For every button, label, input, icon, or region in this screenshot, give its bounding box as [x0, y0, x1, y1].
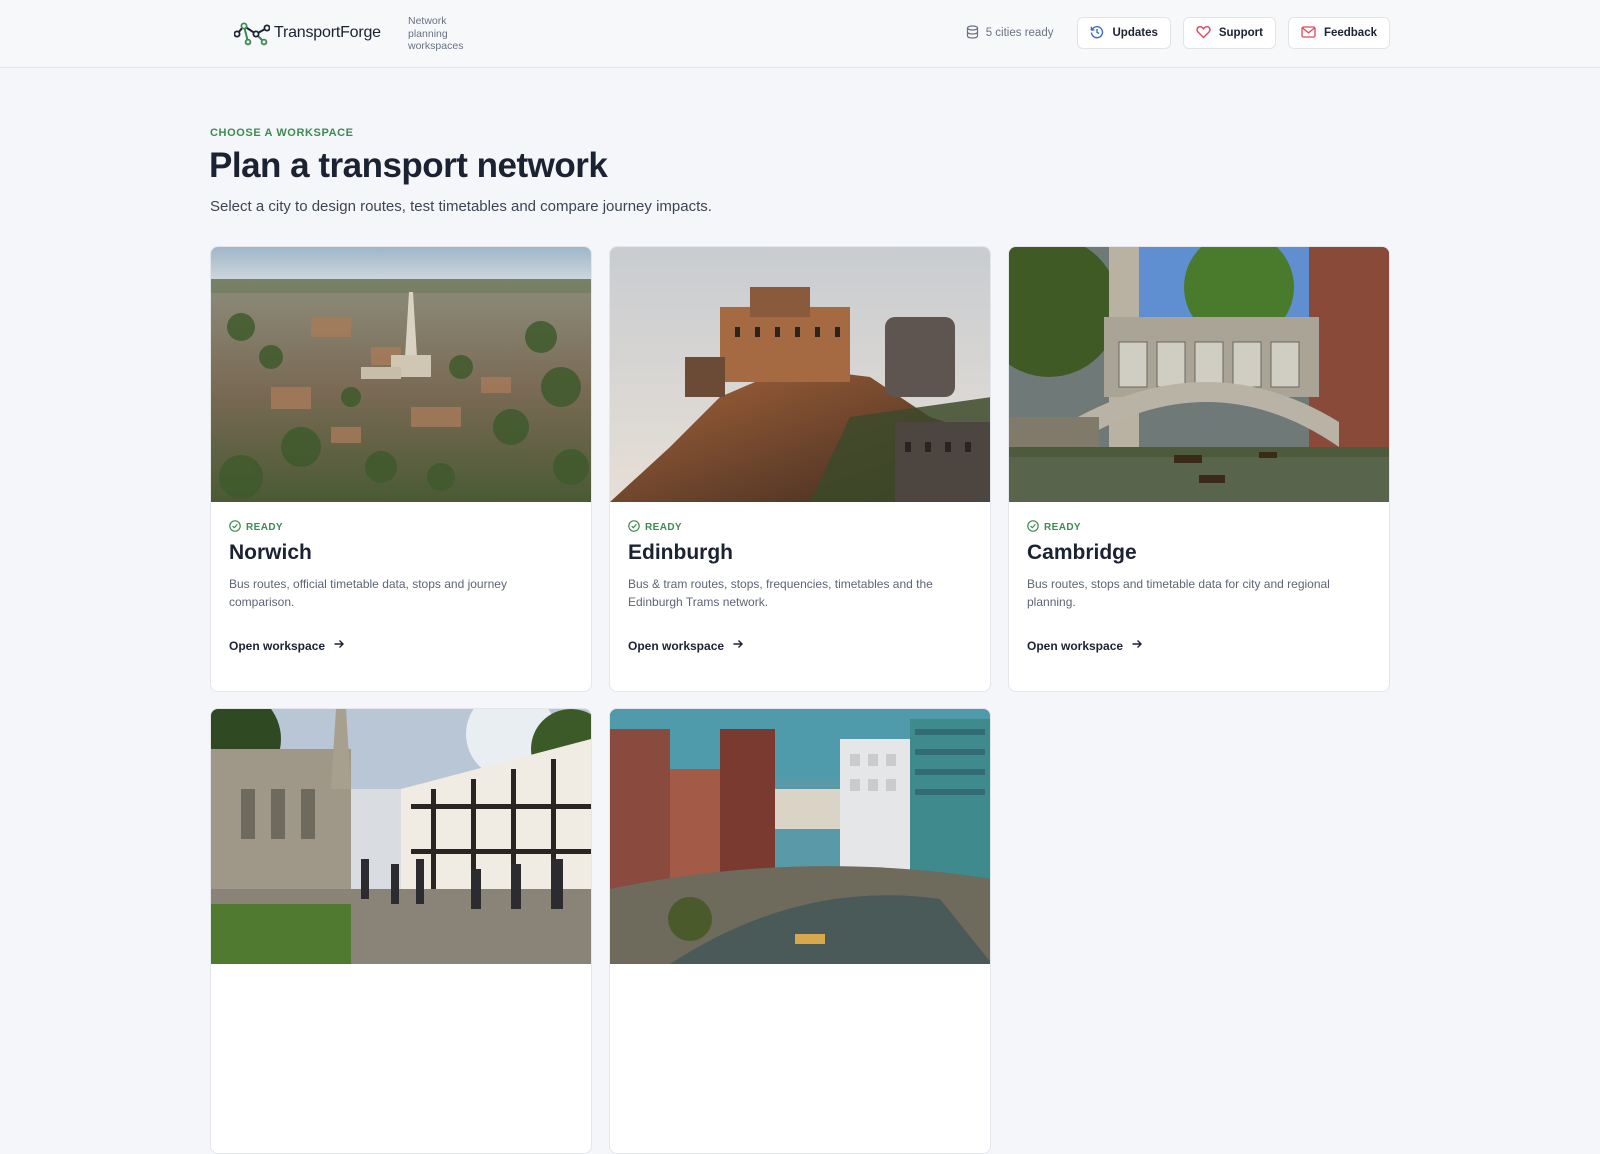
eyebrow-label: CHOOSE A WORKSPACE: [210, 127, 354, 139]
check-circle-icon: [1027, 520, 1044, 535]
city-name: Cambridge: [1027, 541, 1137, 564]
history-icon: [1090, 25, 1112, 42]
status-text: 5 cities ready: [985, 27, 1054, 39]
check-circle-icon: [229, 520, 246, 535]
open-workspace-label: Open workspace: [229, 638, 326, 653]
york-photo: [211, 709, 591, 964]
status-ready: READY: [229, 520, 283, 535]
brand-logo[interactable]: TransportForge: [234, 20, 381, 46]
open-workspace-label: Open workspace: [628, 638, 725, 653]
workspace-card-york[interactable]: [210, 708, 592, 1154]
city-name: Norwich: [229, 541, 312, 564]
status-label: READY: [645, 522, 683, 533]
open-workspace-link[interactable]: Open workspace: [1027, 638, 1143, 653]
page-title: Plan a transport network: [209, 146, 608, 185]
updates-label: Updates: [1112, 27, 1158, 39]
support-button[interactable]: Support: [1182, 17, 1276, 49]
top-bar: TransportForge Network planning workspac…: [0, 0, 1600, 68]
status-ready: READY: [628, 520, 682, 535]
city-description: Bus & tram routes, stops, frequencies, t…: [628, 577, 933, 609]
leeds-photo: [610, 709, 990, 964]
status-label: READY: [246, 522, 284, 533]
norwich-photo: [211, 247, 591, 502]
workspace-card-cambridge[interactable]: READY Cambridge Bus routes, stops and ti…: [1008, 246, 1390, 692]
city-description: Bus routes, official timetable data, sto…: [229, 577, 507, 609]
header-actions: 5 cities ready Updates Support Feedback: [966, 17, 1390, 49]
feedback-label: Feedback: [1323, 27, 1377, 39]
status-ready: READY: [1027, 520, 1081, 535]
check-circle-icon: [628, 520, 645, 535]
city-description: Bus routes, stops and timetable data for…: [1027, 577, 1330, 609]
cambridge-photo: [1009, 247, 1389, 502]
mail-icon: [1301, 25, 1324, 41]
workspace-card-edinburgh[interactable]: READY Edinburgh Bus & tram routes, stops…: [609, 246, 991, 692]
arrow-right-icon: [325, 638, 345, 653]
database-icon: [966, 24, 986, 42]
open-workspace-link[interactable]: Open workspace: [628, 638, 744, 653]
feedback-button[interactable]: Feedback: [1287, 17, 1390, 49]
status-label: READY: [1044, 522, 1082, 533]
network-logo-icon: [234, 20, 270, 46]
edinburgh-photo: [610, 247, 990, 502]
updates-button[interactable]: Updates: [1077, 17, 1171, 49]
page-subtitle: Select a city to design routes, test tim…: [210, 198, 712, 215]
open-workspace-link[interactable]: Open workspace: [229, 638, 345, 653]
arrow-right-icon: [724, 638, 744, 653]
cities-status: 5 cities ready: [966, 24, 1054, 42]
support-label: Support: [1218, 27, 1263, 39]
brand-tagline: Network planning workspaces: [408, 15, 464, 52]
workspace-card-norwich[interactable]: READY Norwich Bus routes, official timet…: [210, 246, 592, 692]
open-workspace-label: Open workspace: [1027, 638, 1124, 653]
brand-name: TransportForge: [274, 24, 381, 41]
workspace-card-leeds[interactable]: [609, 708, 991, 1154]
heart-icon: [1196, 25, 1219, 42]
arrow-right-icon: [1123, 638, 1143, 653]
city-name: Edinburgh: [628, 541, 733, 564]
